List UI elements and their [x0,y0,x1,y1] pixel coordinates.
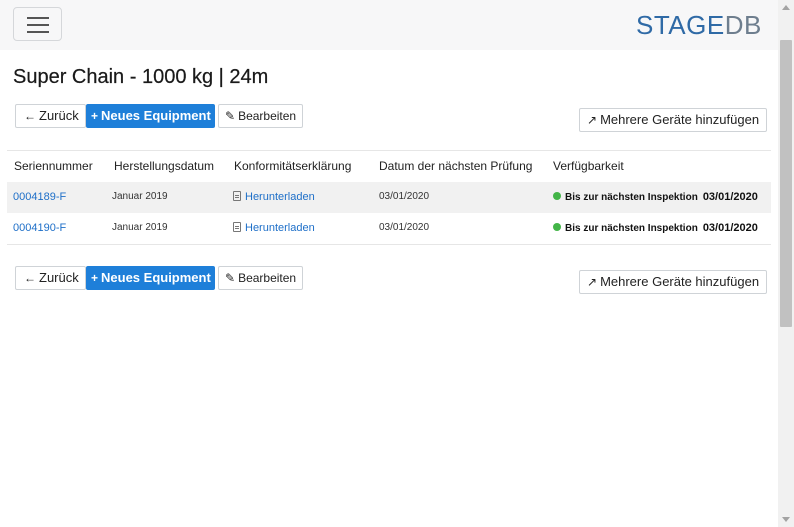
logo-part-2: DB [724,10,762,40]
conformity-download-link[interactable]: Herunterladen [233,191,315,203]
manufactured-date: Januar 2019 [112,222,168,233]
magic-wand-icon: ↗ [587,275,598,289]
pencil-icon: ✎ [225,109,236,123]
edit-button[interactable]: ✎ Bearbeiten [218,104,303,128]
file-pdf-icon [233,222,241,232]
vertical-scrollbar[interactable] [778,0,794,527]
serial-number-link[interactable]: 0004189-F [13,191,66,203]
table-row[interactable]: 0004190-F Januar 2019 Herunterladen 03/0… [7,213,771,245]
page-title: Super Chain - 1000 kg | 24m [13,66,269,88]
conformity-download-link[interactable]: Herunterladen [233,222,315,234]
scrollbar-thumb[interactable] [780,40,792,327]
column-header-next-check[interactable]: Datum der nächsten Prüfung [379,159,532,173]
download-label: Herunterladen [245,191,315,203]
new-equipment-label: Neues Equipment [101,270,211,285]
plus-icon: + [91,109,99,123]
edit-label: Bearbeiten [238,109,297,123]
arrow-left-icon: ← [24,271,36,285]
new-equipment-button-bottom[interactable]: + Neues Equipment [86,266,215,290]
plus-icon: + [91,271,99,285]
column-header-manufactured[interactable]: Herstellungsdatum [114,159,214,173]
edit-label: Bearbeiten [238,271,297,285]
availability-text: Bis zur nächsten Inspektion [565,192,698,203]
column-header-availability[interactable]: Verfügbarkeit [553,159,624,173]
back-button-bottom[interactable]: ← Zurück [15,266,86,290]
availability-text: Bis zur nächsten Inspektion [565,223,698,234]
availability-date: 03/01/2020 [702,191,758,203]
file-pdf-icon [233,191,241,201]
column-header-conformity[interactable]: Konformitätserklärung [234,159,351,173]
back-button[interactable]: ← Zurück [15,104,86,128]
manufactured-date: Januar 2019 [112,191,168,202]
add-multiple-devices-button[interactable]: ↗ Mehrere Geräte hinzufügen [579,108,767,132]
status-dot-icon [553,223,561,231]
pencil-icon: ✎ [225,271,236,285]
new-equipment-button[interactable]: + Neues Equipment [86,104,215,128]
scroll-up-arrow-icon[interactable] [782,5,790,10]
hamburger-icon-bar [27,24,49,26]
logo-part-1: STAGE [636,10,725,40]
table-row[interactable]: 0004189-F Januar 2019 Herunterladen 03/0… [7,182,771,213]
serial-number-link[interactable]: 0004190-F [13,222,66,234]
add-multiple-label: Mehrere Geräte hinzufügen [600,112,760,127]
status-dot-icon [553,192,561,200]
top-navbar: STAGEDB [0,0,778,50]
column-header-serial[interactable]: Seriennummer [14,159,93,173]
hamburger-icon [27,17,49,19]
arrow-left-icon: ← [24,109,36,123]
availability-date: 03/01/2020 [702,222,758,234]
back-label: Zurück [39,108,79,123]
next-check-date: 03/01/2020 [379,191,430,202]
edit-button-bottom[interactable]: ✎ Bearbeiten [218,266,303,290]
add-multiple-label: Mehrere Geräte hinzufügen [600,274,760,289]
back-label: Zurück [39,270,79,285]
availability-status: Bis zur nächsten Inspektion 03/01/2020 [553,191,758,203]
magic-wand-icon: ↗ [587,113,598,127]
scroll-down-arrow-icon[interactable] [782,517,790,522]
next-check-date: 03/01/2020 [379,222,430,233]
new-equipment-label: Neues Equipment [101,108,211,123]
hamburger-icon-bar [27,31,49,33]
availability-status: Bis zur nächsten Inspektion 03/01/2020 [553,222,758,234]
download-label: Herunterladen [245,222,315,234]
table-top-border [7,150,771,151]
add-multiple-devices-button-bottom[interactable]: ↗ Mehrere Geräte hinzufügen [579,270,767,294]
brand-logo[interactable]: STAGEDB [636,10,762,40]
menu-toggle-button[interactable] [13,7,62,41]
